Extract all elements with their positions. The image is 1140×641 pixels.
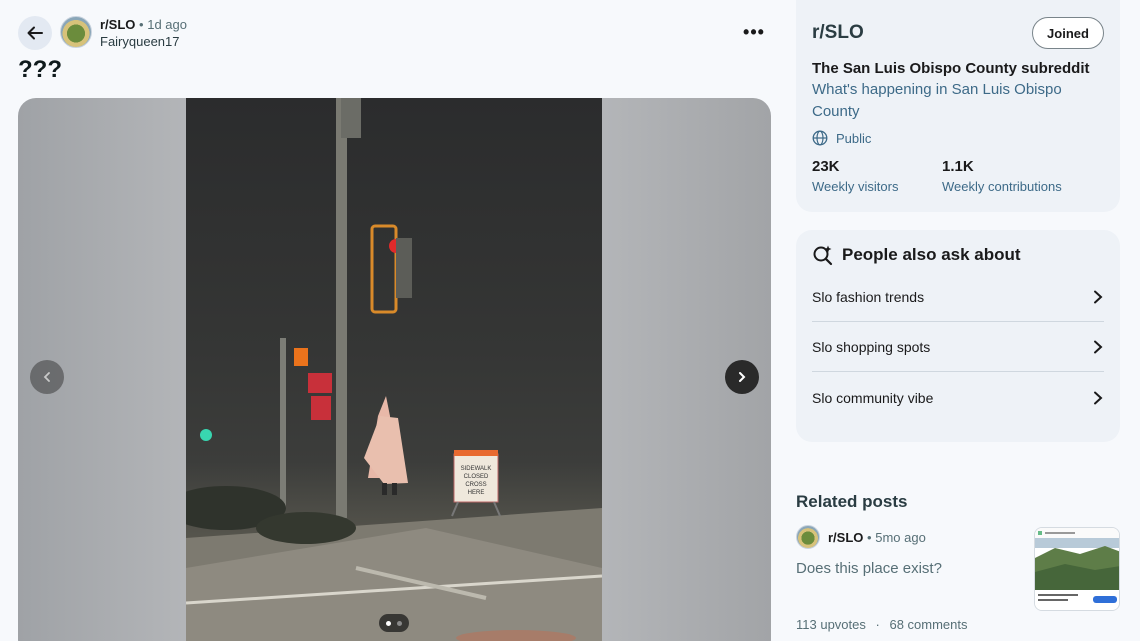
media-gallery[interactable]: SIDEWALK CLOSED CROSS HERE <box>18 98 771 641</box>
ask-item[interactable]: Slo community vibe <box>812 373 1104 423</box>
street-scene-illustration: SIDEWALK CLOSED CROSS HERE <box>186 98 602 641</box>
next-image-button[interactable] <box>725 360 759 394</box>
upvote-count: 113 upvotes <box>796 617 866 632</box>
related-post-age: 5mo ago <box>875 530 926 545</box>
chevron-right-icon <box>1094 290 1103 303</box>
arrow-left-icon <box>27 26 43 40</box>
related-post-thumbnail[interactable] <box>1034 527 1120 611</box>
ask-item[interactable]: Slo shopping spots <box>812 322 1104 372</box>
sign-line-4: HERE <box>468 490 485 496</box>
post-image: SIDEWALK CLOSED CROSS HERE <box>186 98 602 641</box>
ask-item[interactable]: Slo fashion trends <box>812 272 1104 322</box>
comment-count[interactable]: 68 comments <box>889 617 967 632</box>
stat-label: Weekly contributions <box>942 179 1062 194</box>
sign-line-3: CROSS <box>465 482 486 488</box>
related-posts-title: Related posts <box>796 492 908 511</box>
visibility-label: Public <box>836 130 872 146</box>
post-page: r/SLO • 1d ago Fairyqueen17 ••• ??? SIDE… <box>0 0 1140 641</box>
stats-separator: · <box>875 617 880 632</box>
people-also-ask-title: People also ask about <box>842 245 1021 264</box>
ask-item-label: Slo community vibe <box>812 390 934 406</box>
stat-weekly-contributions: 1.1K Weekly contributions <box>942 158 1062 194</box>
stat-value: 23K <box>812 158 840 175</box>
chevron-left-icon <box>43 372 50 382</box>
post-meta: r/SLO • 1d ago Fairyqueen17 <box>100 17 187 50</box>
stat-value: 1.1K <box>942 158 974 175</box>
ellipsis-icon: ••• <box>743 21 765 42</box>
back-button[interactable] <box>18 16 52 50</box>
author-link[interactable]: Fairyqueen17 <box>100 34 187 50</box>
subreddit-avatar[interactable] <box>60 16 92 48</box>
stat-label: Weekly visitors <box>812 179 899 194</box>
post-age: 1d ago <box>147 17 187 32</box>
pagination-dot[interactable] <box>397 620 402 626</box>
more-options-button[interactable]: ••• <box>740 20 768 44</box>
stat-weekly-visitors: 23K Weekly visitors <box>812 158 898 194</box>
community-visibility: Public <box>812 130 871 146</box>
chevron-right-icon <box>1094 340 1103 353</box>
sign-line-1: SIDEWALK <box>461 466 492 472</box>
people-also-ask-card: People also ask about Slo fashion trends… <box>796 230 1120 442</box>
joined-button[interactable]: Joined <box>1032 17 1104 49</box>
meta-separator: • <box>139 17 144 32</box>
globe-icon <box>812 130 828 146</box>
related-post-title[interactable]: Does this place exist? <box>796 560 942 577</box>
related-subreddit-avatar[interactable] <box>796 525 820 549</box>
pagination-dot-active[interactable] <box>386 620 391 626</box>
ask-item-label: Slo shopping spots <box>812 338 931 355</box>
related-subreddit-link[interactable]: r/SLO <box>828 530 863 545</box>
community-card: r/SLO Joined The San Luis Obispo County … <box>796 0 1120 212</box>
chevron-right-icon <box>739 372 746 382</box>
community-description: What's happening in San Luis Obispo Coun… <box>812 81 1062 120</box>
people-also-ask-header: People also ask about <box>812 244 1021 266</box>
meta-separator: • <box>867 530 872 545</box>
related-post-stats: 113 upvotes · 68 comments <box>796 617 968 632</box>
post-title: ??? <box>18 56 62 83</box>
community-name[interactable]: r/SLO <box>812 22 864 44</box>
search-sparkle-icon <box>813 245 833 266</box>
related-post-meta: r/SLO • 5mo ago <box>828 530 926 545</box>
subreddit-link[interactable]: r/SLO <box>100 17 135 32</box>
sign-line-2: CLOSED <box>464 474 489 480</box>
thumbnail-image <box>1035 528 1119 610</box>
gallery-pagination[interactable] <box>379 614 409 632</box>
previous-image-button[interactable] <box>30 360 64 394</box>
chevron-right-icon <box>1094 391 1103 405</box>
community-headline: The San Luis Obispo County subreddit <box>812 60 1090 77</box>
ask-item-label: Slo fashion trends <box>812 288 925 305</box>
